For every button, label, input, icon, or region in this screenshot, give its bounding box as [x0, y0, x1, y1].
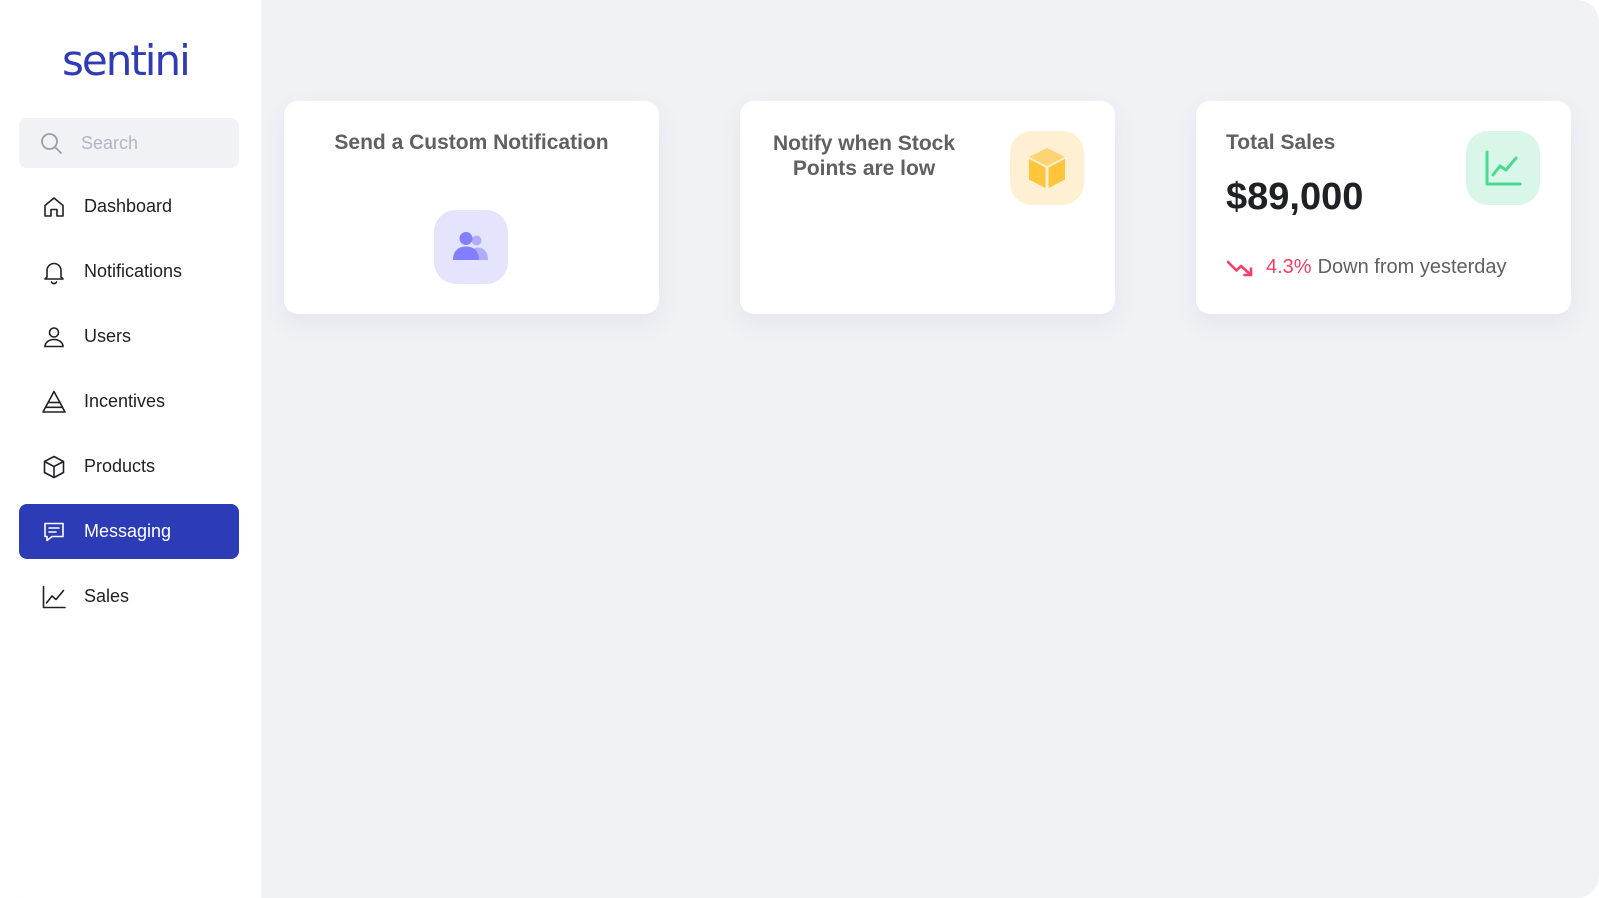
sales-value: $89,000 — [1226, 176, 1364, 218]
trending-down-icon — [1226, 253, 1254, 281]
sidebar-item-label: Users — [84, 326, 132, 346]
sidebar-item-incentives[interactable]: Incentives — [19, 374, 239, 429]
card-title: Send a Custom Notification — [334, 131, 609, 154]
card-title: Notify when Stock Points are low — [772, 132, 956, 180]
sidebar-item-notifications[interactable]: Notifications — [19, 244, 239, 299]
search-box[interactable] — [19, 118, 239, 168]
box-tile — [1010, 131, 1084, 205]
sidebar-item-dashboard[interactable]: Dashboard — [19, 179, 239, 234]
sidebar-item-label: Notifications — [84, 261, 183, 281]
sidebar-item-label: Dashboard — [84, 196, 173, 216]
home-icon — [40, 193, 68, 221]
users-group-icon — [450, 230, 492, 264]
sales-trend: 4.3% Down from yesterday — [1226, 253, 1507, 281]
line-chart-icon — [40, 583, 68, 611]
total-sales-card: Total Sales $89,000 4.3% Down from yeste… — [1196, 101, 1571, 314]
user-icon — [40, 323, 68, 351]
trend-percent: 4.3% — [1266, 255, 1312, 278]
cube-icon — [40, 453, 68, 481]
custom-notification-card[interactable]: Send a Custom Notification — [284, 101, 659, 314]
sidebar-item-users[interactable]: Users — [19, 309, 239, 364]
search-input[interactable] — [81, 132, 221, 154]
search-icon — [39, 131, 63, 155]
sidebar-item-products[interactable]: Products — [19, 439, 239, 494]
sidebar-item-label: Messaging — [84, 521, 172, 541]
sidebar: sentini Dashboard — [0, 0, 261, 898]
bell-icon — [40, 258, 68, 286]
stock-notify-card[interactable]: Notify when Stock Points are low — [740, 101, 1115, 314]
chart-icon — [1483, 148, 1523, 188]
sidebar-item-sales[interactable]: Sales — [19, 569, 239, 624]
message-icon — [40, 518, 68, 546]
sidebar-item-label: Incentives — [84, 391, 166, 411]
sidebar-item-label: Sales — [84, 586, 130, 606]
sidebar-item-messaging[interactable]: Messaging — [19, 504, 239, 559]
card-title: Total Sales — [1226, 131, 1336, 154]
brand-logo[interactable]: sentini — [62, 36, 202, 86]
trend-text: Down from yesterday — [1317, 255, 1507, 278]
box-icon — [1027, 146, 1067, 190]
app-window: sentini Dashboard — [0, 0, 1599, 898]
chart-tile — [1466, 131, 1540, 205]
pyramid-icon — [40, 388, 68, 416]
sidebar-nav: Dashboard Notifications Users Incentives… — [19, 179, 239, 634]
sidebar-item-label: Products — [84, 456, 156, 476]
users-tile[interactable] — [434, 210, 508, 284]
